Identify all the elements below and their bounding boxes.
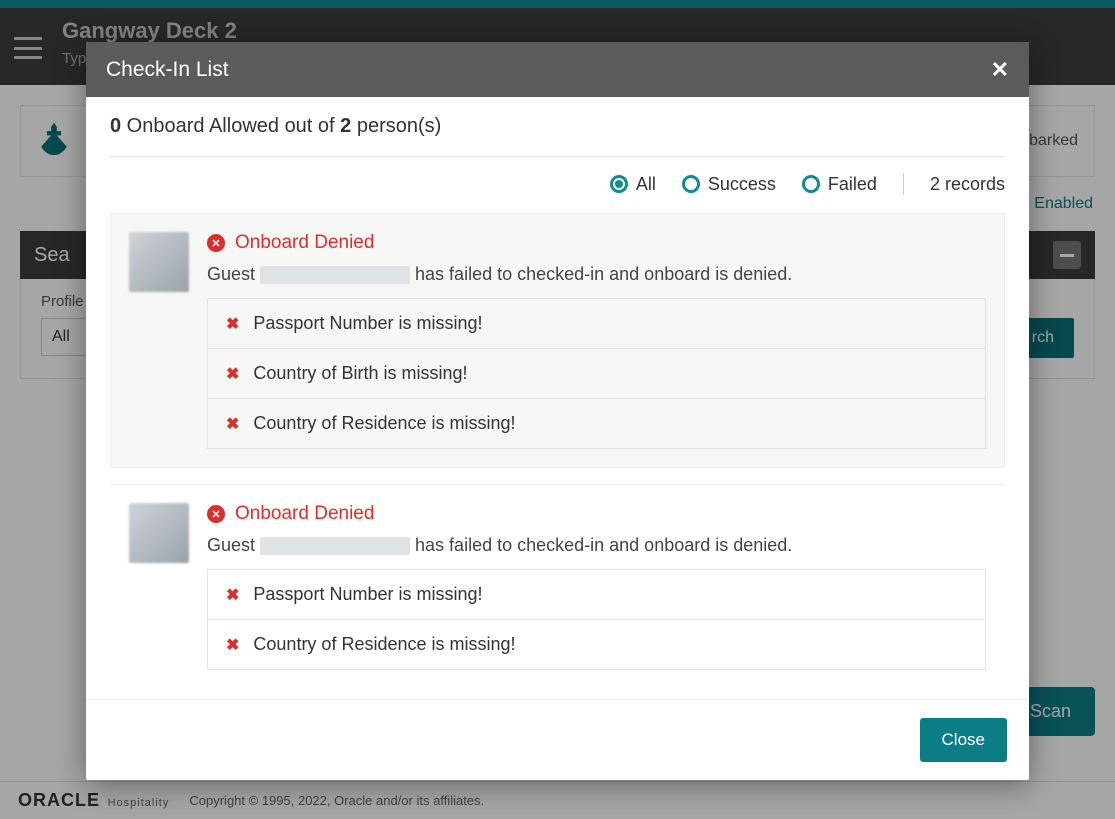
error-item: ✖ Passport Number is missing! [207,569,986,620]
x-icon: ✖ [226,364,239,384]
radio-icon [610,175,628,193]
guest-message: Guest has failed to checked-in and onboa… [207,264,986,285]
radio-icon [682,175,700,193]
error-circle-icon [207,505,225,523]
status-text: Onboard Denied [235,503,374,525]
close-button[interactable]: Close [920,718,1007,762]
error-item: ✖ Country of Residence is missing! [207,619,986,670]
guest-avatar [129,232,189,292]
filter-radio-failed[interactable]: Failed [802,174,877,195]
checkin-entry: Onboard Denied Guest has failed to check… [110,484,1005,689]
status-text: Onboard Denied [235,232,374,254]
onboard-summary: 0 Onboard Allowed out of 2 person(s) [110,115,1005,157]
filter-radio-all[interactable]: All [610,174,656,195]
x-icon: ✖ [226,414,239,434]
radio-icon [802,175,820,193]
modal-footer: Close [86,699,1029,780]
divider [903,173,904,195]
result-filter-row: All Success Failed 2 records [110,173,1005,195]
guest-name-redacted [260,266,410,284]
record-count: 2 records [930,174,1005,195]
checkin-entry: Onboard Denied Guest has failed to check… [110,213,1005,468]
guest-name-redacted [260,537,410,555]
modal-title: Check-In List [106,58,229,82]
guest-message: Guest has failed to checked-in and onboa… [207,535,986,556]
error-item: ✖ Passport Number is missing! [207,298,986,349]
error-item: ✖ Country of Residence is missing! [207,398,986,449]
x-icon: ✖ [226,635,239,655]
close-icon[interactable]: ✕ [991,57,1009,83]
filter-radio-success[interactable]: Success [682,174,776,195]
error-circle-icon [207,234,225,252]
error-item: ✖ Country of Birth is missing! [207,348,986,399]
x-icon: ✖ [226,314,239,334]
checkin-modal: Check-In List ✕ 0 Onboard Allowed out of… [86,42,1029,780]
x-icon: ✖ [226,585,239,605]
guest-avatar [129,503,189,563]
modal-header: Check-In List ✕ [86,42,1029,97]
